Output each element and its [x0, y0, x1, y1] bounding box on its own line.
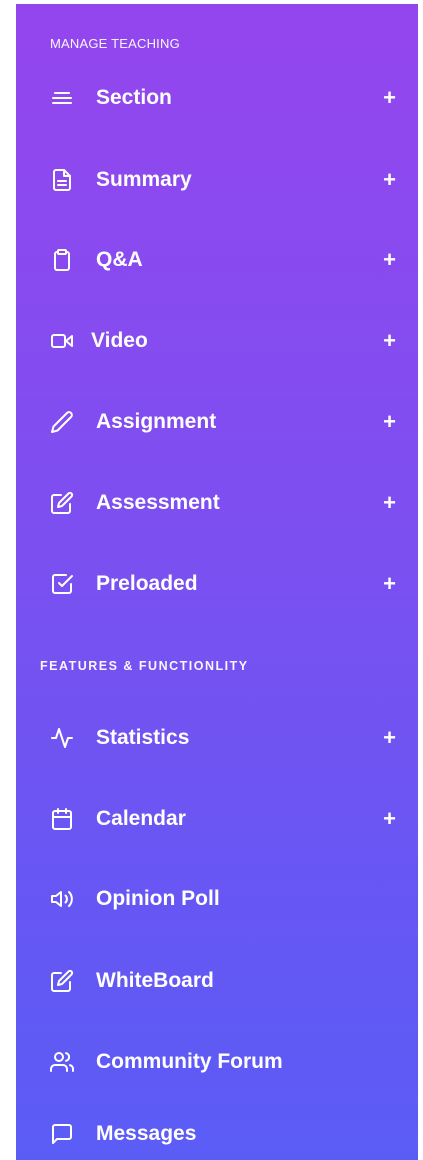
sidebar-item-label: Summary: [96, 168, 192, 191]
activity-pulse-icon: [50, 726, 74, 750]
sidebar-item-assessment[interactable]: Assessment +: [16, 476, 418, 530]
sidebar: MANAGE TEACHING Section + Summary + Q&A …: [16, 4, 418, 1160]
edit-square-icon: [50, 969, 74, 993]
sidebar-item-messages[interactable]: Messages: [16, 1107, 418, 1160]
sidebar-item-label: Calendar: [96, 807, 186, 830]
sidebar-item-assignment[interactable]: Assignment +: [16, 395, 418, 449]
speaker-icon: [50, 887, 74, 911]
sidebar-item-label: Assessment: [96, 491, 220, 514]
pencil-icon: [50, 410, 74, 434]
sidebar-item-qa[interactable]: Q&A +: [16, 233, 418, 287]
edit-square-icon: [50, 491, 74, 515]
expand-plus-icon[interactable]: +: [383, 492, 396, 514]
video-camera-icon: [50, 329, 74, 353]
expand-plus-icon[interactable]: +: [383, 169, 396, 191]
section-title-features: FEATURES & FUNCTIONLITY: [40, 659, 249, 673]
sidebar-item-calendar[interactable]: Calendar +: [16, 792, 418, 846]
sidebar-item-label: Assignment: [96, 410, 217, 433]
expand-plus-icon[interactable]: +: [383, 411, 396, 433]
message-square-icon: [50, 1122, 74, 1146]
sidebar-item-label: Community Forum: [96, 1050, 283, 1073]
sidebar-item-whiteboard[interactable]: WhiteBoard: [16, 954, 418, 1008]
sidebar-item-opinion-poll[interactable]: Opinion Poll: [16, 872, 418, 926]
expand-plus-icon[interactable]: +: [383, 330, 396, 352]
expand-plus-icon[interactable]: +: [383, 87, 396, 109]
sidebar-item-video[interactable]: Video +: [16, 314, 418, 368]
section-title-manage-teaching: MANAGE TEACHING: [50, 36, 180, 51]
document-icon: [50, 168, 74, 192]
expand-plus-icon[interactable]: +: [383, 573, 396, 595]
sidebar-item-community-forum[interactable]: Community Forum: [16, 1035, 418, 1089]
sidebar-item-summary[interactable]: Summary +: [16, 153, 418, 207]
sidebar-item-label: Q&A: [96, 248, 143, 271]
sidebar-item-label: Statistics: [96, 726, 190, 749]
sidebar-item-preloaded[interactable]: Preloaded +: [16, 557, 418, 611]
expand-plus-icon[interactable]: +: [383, 249, 396, 271]
sidebar-item-section[interactable]: Section +: [16, 71, 418, 125]
menu-lines-icon: [50, 86, 74, 110]
checkbox-icon: [50, 572, 74, 596]
expand-plus-icon[interactable]: +: [383, 808, 396, 830]
sidebar-item-label: Section: [96, 86, 172, 109]
expand-plus-icon[interactable]: +: [383, 727, 396, 749]
users-icon: [50, 1050, 74, 1074]
sidebar-item-label: Video: [91, 329, 148, 352]
sidebar-item-label: Messages: [96, 1122, 197, 1145]
sidebar-item-label: WhiteBoard: [96, 969, 214, 992]
sidebar-item-label: Opinion Poll: [96, 887, 220, 910]
calendar-icon: [50, 807, 74, 831]
sidebar-item-label: Preloaded: [96, 572, 198, 595]
clipboard-icon: [50, 248, 74, 272]
sidebar-item-statistics[interactable]: Statistics +: [16, 711, 418, 765]
